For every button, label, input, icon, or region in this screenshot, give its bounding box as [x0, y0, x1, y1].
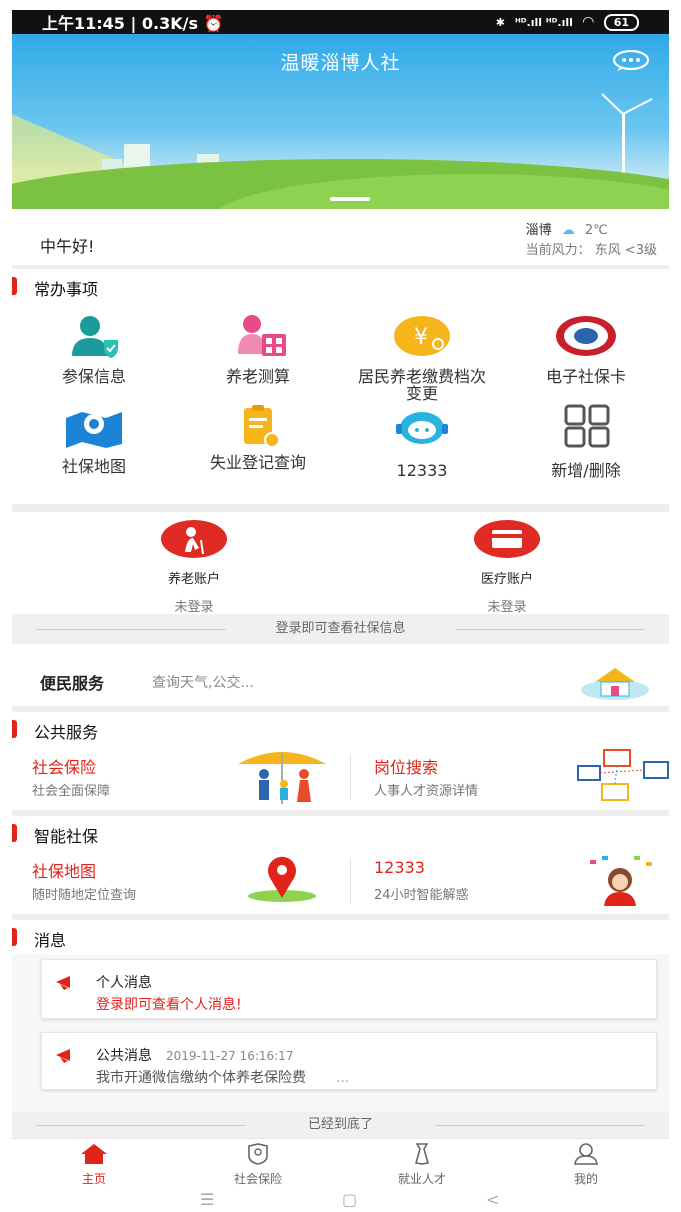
status-icons: ✱ ᴴᴰ.ıll ᴴᴰ.ıll ◠ 61: [495, 13, 639, 31]
chat-icon[interactable]: [611, 49, 651, 76]
common-grid: 参保信息 养老测算 ¥ 居民养老缴费档次变更 电子社保卡 社保地图 失业登记查询…: [12, 300, 669, 500]
weather-wind: 当前风力： 东风 <3级: [525, 243, 657, 258]
weather-temp: 2℃: [584, 223, 608, 238]
customer-service-icon: [590, 856, 652, 906]
social-security-badge-icon: [556, 316, 616, 356]
back-nav-icon[interactable]: <: [486, 1190, 499, 1209]
card-icon: [474, 520, 540, 558]
section-common: 常办事项: [12, 269, 669, 303]
tab-profile[interactable]: 我的: [504, 1143, 668, 1187]
tab-home[interactable]: 主页: [12, 1143, 176, 1187]
pension-account[interactable]: 养老账户 未登录: [134, 520, 254, 615]
elder-calculator-icon: [238, 315, 286, 356]
smart-cards: 社保地图 随时随地定位查询 12333 24小时智能解惑: [12, 850, 669, 912]
weather-city: 淄博: [525, 223, 552, 238]
login-hint[interactable]: 登录即可查看社保信息: [12, 614, 669, 644]
divider: [12, 504, 669, 512]
grid-item-edit[interactable]: 新增/删除: [504, 404, 668, 479]
cloudy-icon: ☁: [561, 223, 575, 238]
grid-item-12333[interactable]: 12333: [340, 408, 504, 479]
personal-message[interactable]: 个人消息 登录即可查看个人消息!: [41, 959, 657, 1019]
svg-text:¥: ¥: [414, 325, 428, 350]
tie-icon: [414, 1143, 430, 1165]
network-screens-icon: [577, 749, 669, 801]
headset-robot-icon: [396, 412, 448, 444]
grid-item-insurance-info[interactable]: 参保信息: [12, 314, 176, 385]
grid-item-pension-level[interactable]: ¥ 居民养老缴费档次变更: [340, 314, 504, 402]
card-social-map[interactable]: 社保地图 随时随地定位查询: [12, 850, 340, 912]
menu-nav-icon[interactable]: ☰: [200, 1190, 214, 1209]
card-social-insurance[interactable]: 社会保险 社会全面保障: [12, 746, 340, 808]
greeting-row: 中午好! 淄博 ☁ 2℃ 当前风力： 东风 <3级: [12, 213, 669, 265]
user-shield-icon: [72, 316, 118, 358]
home-nav-icon[interactable]: ▢: [342, 1190, 357, 1209]
end-hint: 已经到底了: [12, 1112, 669, 1138]
card-12333[interactable]: 12333 24小时智能解惑: [354, 850, 681, 912]
grid-item-pension-calc[interactable]: 养老测算: [176, 314, 340, 385]
grid-add-icon: [564, 404, 610, 448]
header-banner: 温暖淄博人社: [12, 34, 669, 209]
elder-icon: [161, 520, 227, 558]
bottom-tab-bar: 主页 社会保险 就业人才 我的: [12, 1138, 669, 1187]
section-title: 常办事项: [34, 280, 99, 299]
tab-social-insurance[interactable]: 社会保险: [176, 1143, 340, 1187]
card-job-search[interactable]: 岗位搜索 人事人才资源详情: [354, 746, 681, 808]
shield-person-icon: [248, 1143, 268, 1165]
status-time: 上午11:45 | 0.3K/s ⏰: [42, 14, 224, 33]
app-title: 温暖淄博人社: [280, 52, 401, 74]
public-message[interactable]: 公共消息 2019-11-27 16:16:17 我市开通微信缴纳个体养老保险费.…: [41, 1032, 657, 1090]
grid-item-social-card[interactable]: 电子社保卡: [504, 314, 668, 385]
battery-icon: 61: [603, 13, 639, 31]
medical-account[interactable]: 医疗账户 未登录: [447, 520, 567, 615]
house-cloud-icon: [581, 668, 649, 700]
grid-item-social-map[interactable]: 社保地图: [12, 408, 176, 475]
banner-indicator: [330, 197, 370, 201]
system-nav-bar: ☰ ▢ <: [0, 1188, 681, 1212]
message-horn-icon: [56, 1049, 70, 1063]
greeting-text: 中午好!: [40, 237, 95, 256]
user-icon: [574, 1143, 598, 1165]
section-messages: 消息: [12, 920, 669, 954]
signal-icon: ᴴᴰ.ıll ᴴᴰ.ıll: [515, 15, 573, 29]
family-umbrella-icon: [238, 752, 326, 804]
home-icon: [81, 1144, 107, 1164]
section-public: 公共服务: [12, 712, 669, 746]
wifi-icon: ◠: [582, 14, 594, 30]
public-cards: 社会保险 社会全面保障 岗位搜索 人事人才资源详情: [12, 746, 669, 808]
status-bar: 上午11:45 | 0.3K/s ⏰ ✱ ᴴᴰ.ıll ᴴᴰ.ıll ◠ 61: [12, 10, 669, 34]
message-horn-icon: [56, 976, 70, 990]
weather-widget[interactable]: 淄博 ☁ 2℃ 当前风力： 东风 <3级: [526, 221, 657, 261]
account-panel: 养老账户 未登录 医疗账户 未登录: [12, 512, 669, 615]
location-pin-icon: [248, 856, 316, 902]
tab-employment[interactable]: 就业人才: [340, 1143, 504, 1187]
bluetooth-icon: ✱: [495, 15, 505, 29]
section-smart: 智能社保: [12, 816, 669, 850]
coin-yen-icon: ¥: [394, 316, 450, 356]
divider: [12, 644, 669, 654]
convenience-service[interactable]: 便民服务 查询天气,公交...: [12, 654, 669, 706]
map-pin-icon: [66, 412, 122, 448]
clipboard-icon: [244, 405, 280, 448]
grid-item-unemployment[interactable]: 失业登记查询: [176, 404, 340, 471]
